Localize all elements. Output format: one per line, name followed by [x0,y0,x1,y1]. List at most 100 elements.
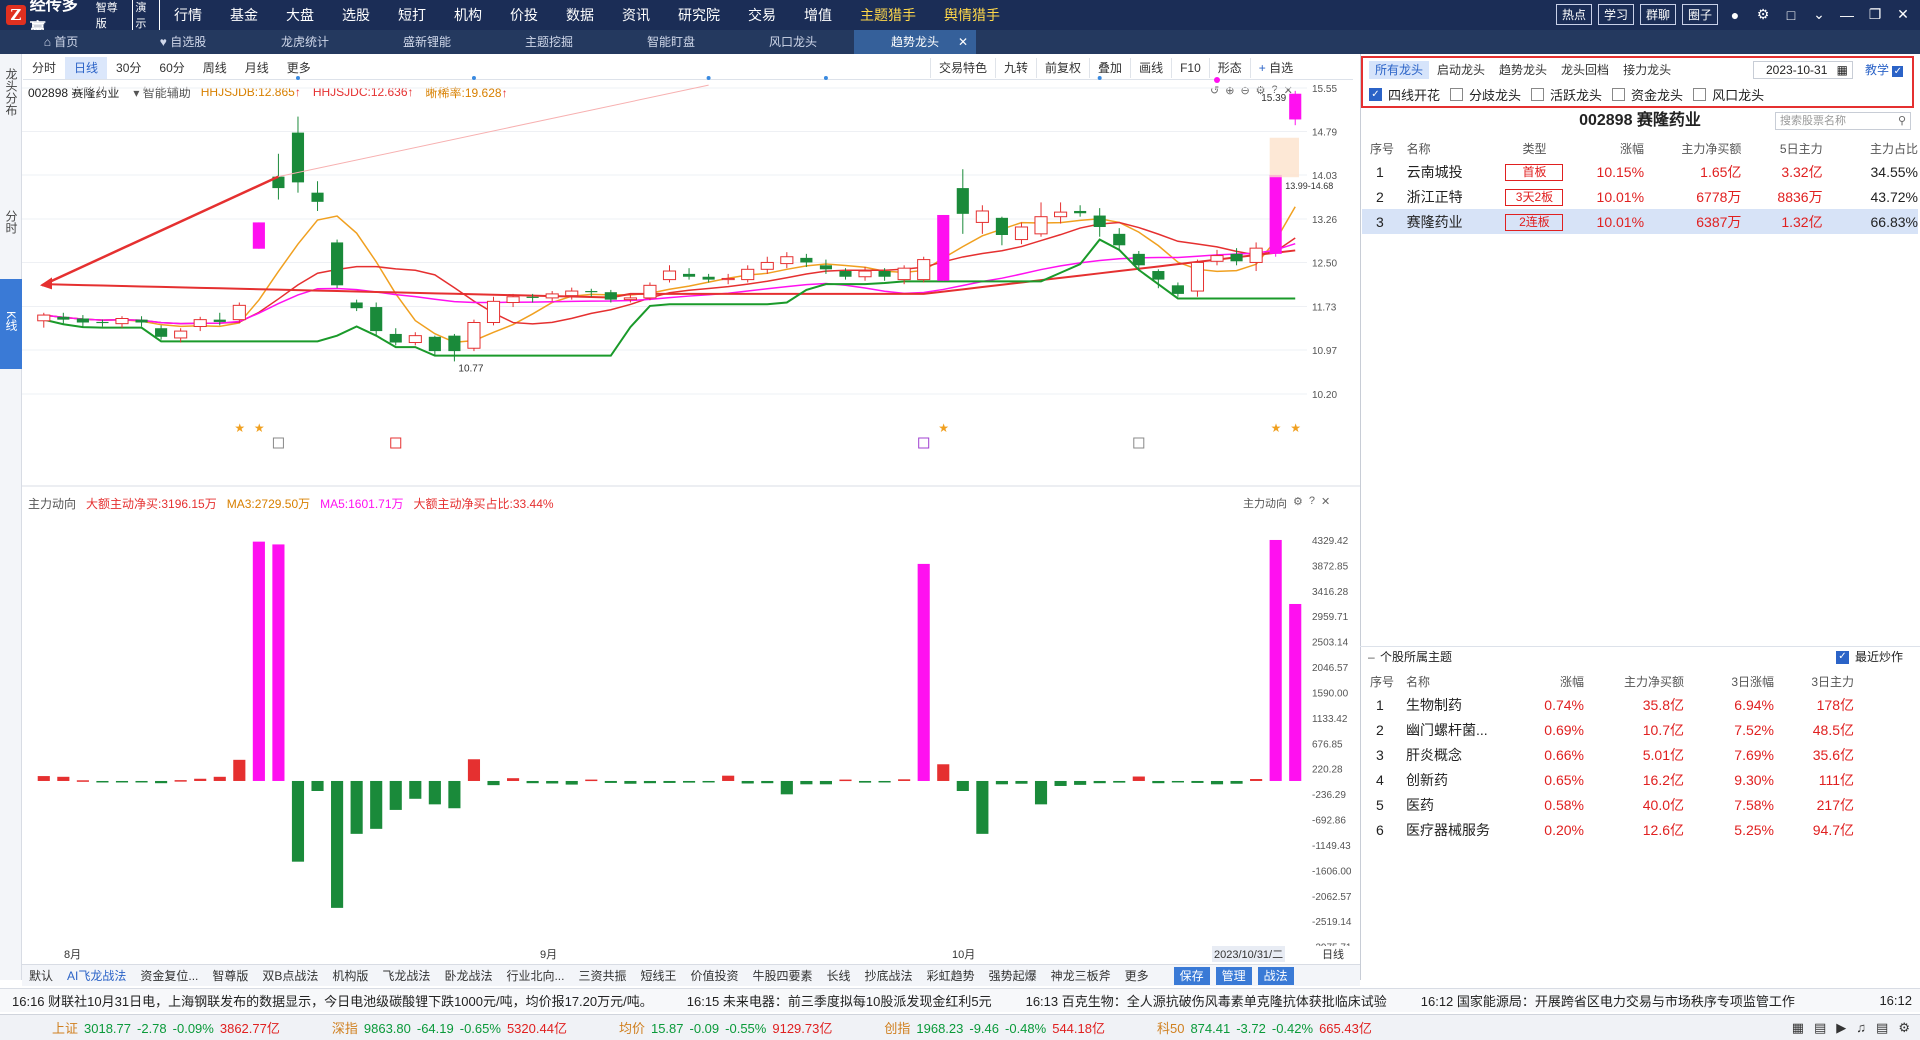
table-row-selected[interactable]: 3 赛隆药业 2连板 10.01% 6387万 1.32亿 66.83% [1362,209,1918,234]
strategy-double-b[interactable]: 双B点战法 [255,967,325,984]
group-chat-button[interactable]: 群聊 [1639,4,1676,25]
strategy-triple-fund[interactable]: 三资共振 [571,967,633,984]
help-icon[interactable]: ? [1309,495,1315,511]
check-wind[interactable]: 风口龙头 [1693,85,1764,104]
window-icon[interactable]: □ [1780,7,1802,23]
news-item[interactable]: 16:13 百克生物：全人源抗破伤风毒素单克隆抗体获批临床试验 [1026,991,1387,1010]
list-item[interactable]: 3 肝炎概念 0.66% 5.01亿 7.69% 35.6亿 [1362,742,1918,767]
strategy-institution[interactable]: 机构版 [325,967,375,984]
list-item[interactable]: 4 创新药 0.65% 16.2亿 9.30% 111亿 [1362,767,1918,792]
play-icon[interactable]: ▶ [1836,1020,1846,1036]
menu-shuju[interactable]: 数据 [552,0,608,30]
news-item[interactable]: 16:12 国家能源局：开展跨省区电力交易与市场秩序专项监管工作 [1421,991,1795,1010]
dragon-tab-all[interactable]: 所有龙头 [1369,61,1430,79]
tab-trend-dragon[interactable]: 趋势龙头 ✕ [854,30,976,54]
dragon-tab-start[interactable]: 启动龙头 [1431,61,1491,79]
strategy-fund-reset[interactable]: 资金复位... [133,967,205,984]
table-row[interactable]: 1 云南城投 首板 10.15% 1.65亿 3.32亿 34.55% [1362,159,1918,184]
collapse-icon[interactable]: – [1368,647,1375,667]
tab-smart-watch[interactable]: 智能盯盘 [610,30,732,54]
strategy-crouching-dragon[interactable]: 卧龙战法 [437,967,499,984]
menu-jiatou[interactable]: 价投 [496,0,552,30]
menu-jigou[interactable]: 机构 [440,0,496,30]
tab-close-icon[interactable]: ✕ [958,30,968,54]
recent-toggle[interactable]: ✓ 最近炒作 [1836,647,1903,667]
tab-dragon-tiger[interactable]: 龙虎统计 [244,30,366,54]
strategy-rainbow[interactable]: 彩虹趋势 [920,967,982,984]
strategy-save-button[interactable]: 保存 [1173,966,1210,985]
menu-hangqing[interactable]: 行情 [160,0,216,30]
strategy-tactic-button[interactable]: 战法 [1257,966,1294,985]
learn-button[interactable]: 学习 [1597,4,1634,25]
table-row[interactable]: 2 浙江正特 3天2板 10.01% 6778万 8836万 43.72% [1362,184,1918,209]
check-active[interactable]: 活跃龙头 [1531,85,1602,104]
check-divergence[interactable]: 分歧龙头 [1450,85,1521,104]
tab-wind-dragon[interactable]: 风口龙头 [732,30,854,54]
strategy-default[interactable]: 默认 [22,967,60,984]
circle-button[interactable]: 圈子 [1681,4,1718,25]
strategy-manage-button[interactable]: 管理 [1215,966,1252,985]
settings-icon[interactable]: ⚙ [1293,495,1303,511]
strategy-three-axe[interactable]: 神龙三板斧 [1044,967,1118,984]
index-star50[interactable]: 科50 874.41 -3.72 -0.42% 665.43亿 [1157,1018,1372,1037]
tab-shengxin[interactable]: 盛新锂能 [366,30,488,54]
strategy-more[interactable]: 更多 [1118,967,1156,984]
date-picker[interactable]: 2023-10-31 ▦ [1753,61,1853,79]
teach-checkbox[interactable]: ✓ [1892,66,1904,77]
restore-icon[interactable]: ❐ [1864,6,1886,23]
settings-icon[interactable]: ⚙ [1752,6,1774,23]
rail-kline[interactable]: K线 [0,279,22,369]
stock-search-input[interactable]: 搜索股票名称 ⚲ [1775,112,1911,130]
volume-icon[interactable]: ♫ [1856,1020,1866,1036]
strategy-industry-north[interactable]: 行业北向... [499,967,571,984]
strategy-zhizun[interactable]: 智尊版 [205,967,255,984]
index-chinext[interactable]: 创指 1968.23 -9.46 -0.48% 544.18亿 [884,1018,1105,1037]
list-item[interactable]: 2 幽门螺杆菌... 0.69% 10.7亿 7.52% 48.5亿 [1362,717,1918,742]
strategy-strong-burst[interactable]: 强势起爆 [982,967,1044,984]
chart-icon[interactable]: ▤ [1876,1020,1888,1036]
news-item[interactable]: 16:15 未来电器：前三季度拟每10股派发现金红利5元 [687,991,992,1010]
user-icon[interactable]: ● [1724,7,1746,23]
tab-watchlist[interactable]: ♥ 自选股 [122,30,244,54]
menu-theme-hunter[interactable]: 主题猎手 [846,0,930,30]
minimize-icon[interactable]: — [1836,7,1858,23]
strategy-bottom[interactable]: 抄底战法 [858,967,920,984]
menu-sentiment-hunter[interactable]: 舆情猎手 [930,0,1014,30]
strategy-value[interactable]: 价值投资 [684,967,746,984]
rail-dragon-distribution[interactable]: 龙头分布 [0,68,22,138]
dragon-tab-pullback[interactable]: 龙头回档 [1555,61,1615,79]
tab-theme-mining[interactable]: 主题挖掘 [488,30,610,54]
check-four-lines[interactable]: ✓ 四线开花 [1369,85,1440,104]
hot-button[interactable]: 热点 [1555,4,1592,25]
index-shanghai[interactable]: 上证 3018.77 -2.78 -0.09% 3862.77亿 [52,1018,280,1037]
tab-home[interactable]: ⌂ 首页 [0,30,122,54]
check-fund[interactable]: 资金龙头 [1612,85,1683,104]
calculator-icon[interactable]: ▦ [1792,1020,1804,1036]
index-average[interactable]: 均价 15.87 -0.09 -0.55% 9129.73亿 [619,1018,832,1037]
menu-duanda[interactable]: 短打 [384,0,440,30]
close-icon[interactable]: ✕ [1321,495,1330,511]
strategy-four-elements[interactable]: 牛股四要素 [746,967,820,984]
menu-xuangu[interactable]: 选股 [328,0,384,30]
strategy-short-king[interactable]: 短线王 [633,967,683,984]
chevron-down-icon[interactable]: ⌄ [1808,6,1830,23]
strategy-ai-flying-dragon[interactable]: AI飞龙战法 [60,967,133,984]
teach-link[interactable]: 教学 ✓ [1865,61,1909,78]
dragon-tab-relay[interactable]: 接力龙头 [1617,61,1677,79]
dragon-tab-trend[interactable]: 趋势龙头 [1493,61,1553,79]
menu-zengzhi[interactable]: 增值 [790,0,846,30]
strategy-flying-dragon[interactable]: 飞龙战法 [375,967,437,984]
strategy-long[interactable]: 长线 [820,967,858,984]
menu-zixun[interactable]: 资讯 [608,0,664,30]
print-icon[interactable]: ▤ [1814,1020,1826,1036]
index-shenzhen[interactable]: 深指 9863.80 -64.19 -0.65% 5320.44亿 [332,1018,567,1037]
menu-yanjiuyuan[interactable]: 研究院 [664,0,734,30]
list-item[interactable]: 1 生物制药 0.74% 35.8亿 6.94% 178亿 [1362,692,1918,717]
menu-jijin[interactable]: 基金 [216,0,272,30]
news-item[interactable]: 16:16 财联社10月31日电，上海钢联发布的数据显示，今日电池级碳酸锂下跌1… [12,991,653,1010]
list-item[interactable]: 6 医疗器械服务 0.20% 12.6亿 5.25% 94.7亿 [1362,817,1918,842]
list-item[interactable]: 5 医药 0.58% 40.0亿 7.58% 217亿 [1362,792,1918,817]
menu-dapan[interactable]: 大盘 [272,0,328,30]
rail-intraday[interactable]: 分时 [0,210,22,250]
menu-jiaoyi[interactable]: 交易 [734,0,790,30]
